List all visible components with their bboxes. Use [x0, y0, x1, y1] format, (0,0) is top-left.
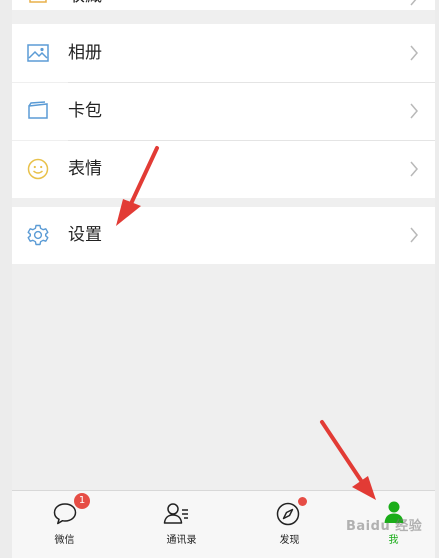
discover-red-dot — [298, 497, 307, 506]
menu-item-label: 表情 — [68, 159, 102, 179]
tab-label: 微信 — [54, 535, 75, 546]
contacts-icon — [163, 503, 188, 524]
tab-label: 通讯录 — [166, 535, 197, 546]
menu-item-sticker[interactable]: 表情 — [12, 141, 435, 198]
menu-item-favorites[interactable]: 收藏 — [12, 0, 435, 10]
chevron-right-icon — [410, 0, 417, 6]
settings-gear-icon — [27, 224, 49, 246]
card-wallet-icon — [28, 101, 48, 119]
compass-icon — [276, 502, 300, 526]
chevron-right-icon — [410, 227, 418, 243]
chevron-right-icon — [410, 103, 418, 119]
menu-item-card-wallet[interactable]: 卡包 — [12, 83, 435, 140]
chevron-right-icon — [410, 161, 418, 177]
tab-chats[interactable]: 1 微信 — [12, 491, 117, 558]
baidu-watermark: Baidu 经验 — [346, 519, 423, 534]
bottom-tab-bar: 1 微信 通讯录 发现 我 Baidu 经验 — [12, 490, 435, 558]
chevron-right-icon — [410, 45, 418, 61]
me-page: 收藏 相册 卡包 — [12, 0, 435, 558]
favorites-icon — [29, 0, 47, 3]
menu-item-label: 收藏 — [68, 0, 102, 5]
tab-label: 发现 — [279, 535, 300, 546]
menu-item-label: 卡包 — [68, 101, 102, 121]
unread-badge: 1 — [74, 493, 90, 509]
menu-item-settings[interactable]: 设置 — [12, 207, 435, 264]
tab-discover[interactable]: 发现 — [222, 491, 327, 558]
sticker-icon — [27, 158, 49, 180]
album-icon — [27, 44, 49, 62]
menu-item-label: 设置 — [68, 225, 102, 245]
tab-contacts[interactable]: 通讯录 — [117, 491, 222, 558]
menu-item-album[interactable]: 相册 — [12, 24, 435, 82]
menu-item-label: 相册 — [68, 43, 102, 63]
